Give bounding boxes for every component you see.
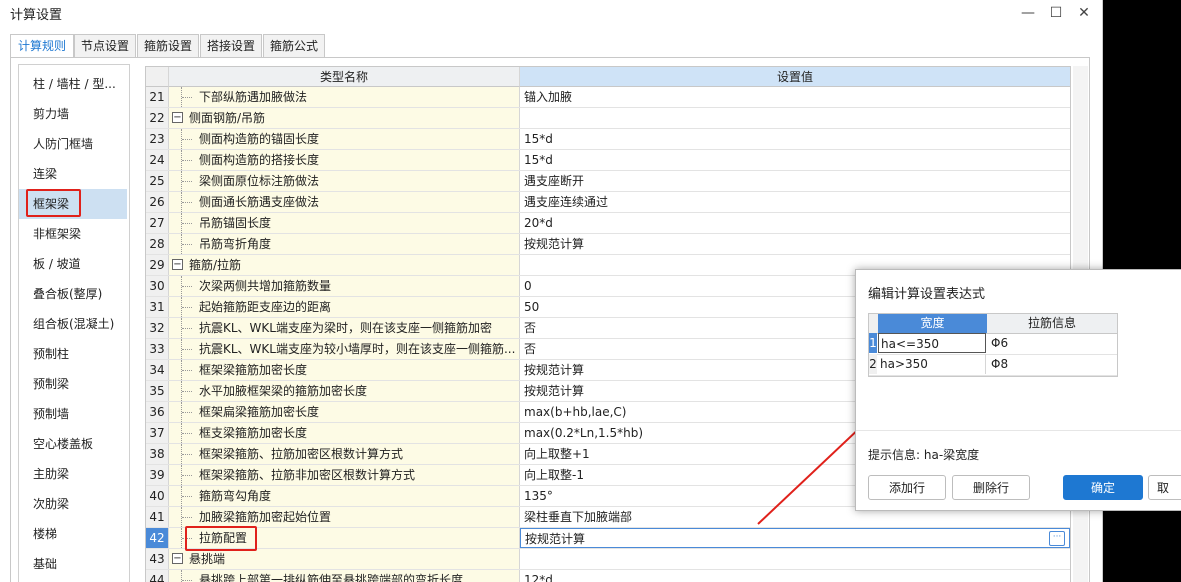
table-row[interactable]: 1 ha<=350 Φ6 <box>869 333 1117 355</box>
cancel-button[interactable]: 取 <box>1148 475 1181 500</box>
dialog-row-number-header <box>869 314 878 334</box>
dialog-title: 编辑计算设置表达式 <box>868 287 986 302</box>
expression-table: 宽度 拉筋信息 1 ha<=350 Φ6 2 ha>350 Φ8 <box>868 313 1118 377</box>
tie-info-column-header[interactable]: 拉筋信息 <box>987 314 1117 334</box>
width-input[interactable]: ha<=350 <box>878 333 986 353</box>
edit-expression-dialog: 编辑计算设置表达式 宽度 拉筋信息 1 ha<=350 Φ6 2 ha>350 Φ8 提… <box>855 269 1181 511</box>
row-number: 2 <box>869 354 877 374</box>
tie-info-cell[interactable]: Φ6 <box>987 333 1117 353</box>
width-cell[interactable]: ha>350 <box>878 354 986 374</box>
row-number: 1 <box>869 333 877 353</box>
table-row[interactable]: 2 ha>350 Φ8 <box>869 354 1117 376</box>
delete-row-button[interactable]: 删除行 <box>952 475 1030 500</box>
width-column-header[interactable]: 宽度 <box>878 314 987 334</box>
hint-text: 提示信息: ha-梁宽度 <box>868 448 980 462</box>
dialog-divider <box>856 430 1181 431</box>
add-row-button[interactable]: 添加行 <box>868 475 946 500</box>
ok-button[interactable]: 确定 <box>1063 475 1143 500</box>
tie-info-cell[interactable]: Φ8 <box>987 354 1117 374</box>
